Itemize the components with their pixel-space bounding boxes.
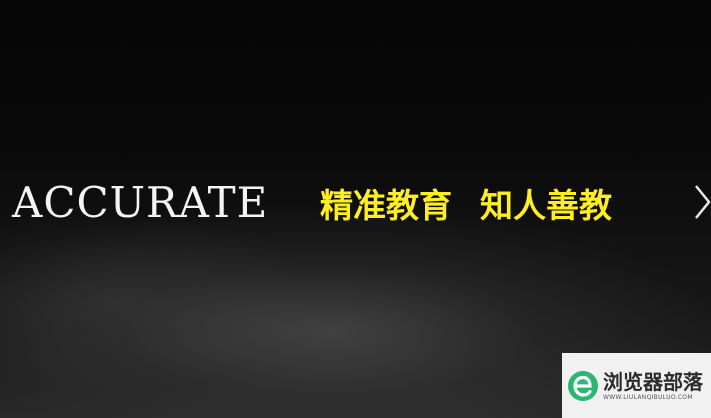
brand-wordmark: ACCURATE xyxy=(12,178,269,227)
watermark-subtitle: WWW.LIULANQIBULUO.COM xyxy=(603,394,693,401)
chevron-right-icon[interactable] xyxy=(692,178,711,226)
slogan-right: 知人善教 xyxy=(480,186,612,225)
watermark-title: 浏览器部落 xyxy=(603,370,703,394)
watermark-text: 浏览器部落 WWW.LIULANQIBULUO.COM xyxy=(603,370,703,401)
slogan: 精准教育 知人善教 xyxy=(320,184,612,228)
site-watermark: 浏览器部落 WWW.LIULANQIBULUO.COM xyxy=(562,353,711,418)
banner-slide: ACCURATE 精准教育 知人善教 浏览器部落 WWW.LIULANQIBULU… xyxy=(0,0,711,418)
e-logo xyxy=(568,370,598,401)
slogan-left: 精准教育 xyxy=(320,186,452,225)
